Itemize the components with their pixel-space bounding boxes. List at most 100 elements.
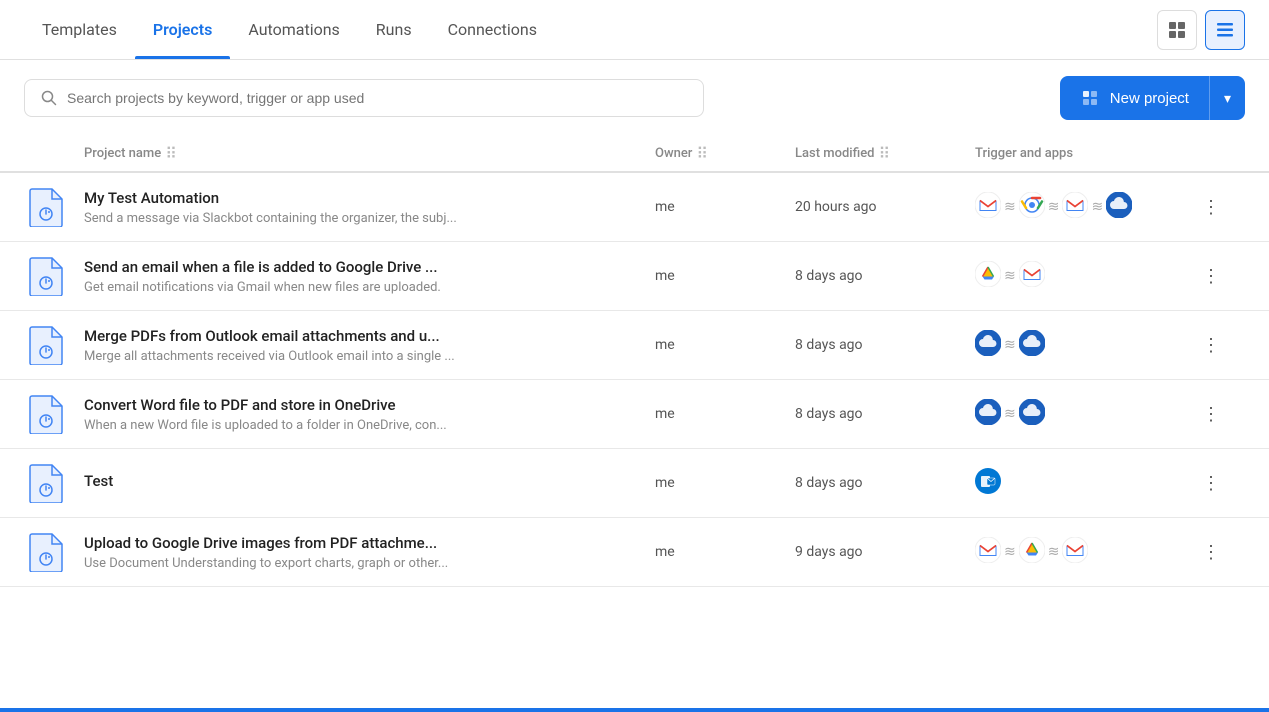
- table-header: Project name ⠿ Owner ⠿ Last modified ⠿ T…: [0, 136, 1269, 173]
- col-project-name: Project name ⠿: [84, 144, 655, 163]
- project-desc: Use Document Understanding to export cha…: [84, 556, 524, 571]
- col-owner: Owner ⠿: [655, 144, 795, 163]
- col-drag-dots[interactable]: ⠿: [165, 144, 177, 163]
- new-project-group: New project ▾: [1060, 76, 1245, 120]
- app-connector: ≋: [1004, 199, 1016, 215]
- project-icon: [24, 392, 68, 436]
- app-connector: ≋: [1004, 337, 1016, 353]
- new-project-button[interactable]: New project: [1060, 76, 1209, 120]
- table-row[interactable]: Send an email when a file is added to Go…: [0, 242, 1269, 311]
- project-desc: When a new Word file is uploaded to a fo…: [84, 418, 524, 433]
- owner-cell: me: [655, 268, 795, 284]
- project-name: Convert Word file to PDF and store in On…: [84, 396, 639, 414]
- modified-cell: 8 days ago: [795, 475, 975, 491]
- file-icon: [28, 532, 64, 572]
- nav-bar: Templates Projects Automations Runs Conn…: [0, 0, 1269, 60]
- file-icon: [28, 187, 64, 227]
- modified-cell: 8 days ago: [795, 268, 975, 284]
- table-body: My Test Automation Send a message via Sl…: [0, 173, 1269, 587]
- tab-projects[interactable]: Projects: [135, 0, 231, 59]
- modified-cell: 8 days ago: [795, 406, 975, 422]
- app-icon-gmail: [975, 192, 1001, 222]
- app-connector: ≋: [1004, 406, 1016, 422]
- table-row[interactable]: Test me 8 days ago ⋮: [0, 449, 1269, 518]
- row-more-button[interactable]: ⋮: [1195, 467, 1227, 499]
- project-desc: Get email notifications via Gmail when n…: [84, 280, 524, 295]
- table-row[interactable]: Merge PDFs from Outlook email attachment…: [0, 311, 1269, 380]
- app-icon-gmail: [1019, 261, 1045, 291]
- grid-icon: [1168, 21, 1186, 39]
- app-connector: ≋: [1004, 268, 1016, 284]
- plus-icon: [1080, 88, 1100, 108]
- list-view-button[interactable]: [1205, 10, 1245, 50]
- grid-view-button[interactable]: [1157, 10, 1197, 50]
- table-row[interactable]: My Test Automation Send a message via Sl…: [0, 173, 1269, 242]
- app-icon-chrome: [1019, 192, 1045, 222]
- project-info: My Test Automation Send a message via Sl…: [84, 189, 655, 226]
- file-icon: [28, 463, 64, 503]
- project-name: Upload to Google Drive images from PDF a…: [84, 534, 639, 552]
- modified-drag-dots[interactable]: ⠿: [879, 144, 891, 163]
- apps-cell: ≋: [975, 261, 1195, 291]
- app-icon-outlook: [975, 468, 1001, 498]
- project-icon: [24, 185, 68, 229]
- project-name: Merge PDFs from Outlook email attachment…: [84, 327, 639, 345]
- col-last-modified: Last modified ⠿: [795, 144, 975, 163]
- tab-automations[interactable]: Automations: [230, 0, 357, 59]
- table-row[interactable]: Upload to Google Drive images from PDF a…: [0, 518, 1269, 587]
- row-more-button[interactable]: ⋮: [1195, 329, 1227, 361]
- new-project-dropdown-button[interactable]: ▾: [1209, 76, 1245, 120]
- owner-cell: me: [655, 199, 795, 215]
- app-icon-gmail2: [1062, 537, 1088, 567]
- project-info: Convert Word file to PDF and store in On…: [84, 396, 655, 433]
- owner-drag-dots[interactable]: ⠿: [696, 144, 708, 163]
- row-more-button[interactable]: ⋮: [1195, 260, 1227, 292]
- project-icon: [24, 323, 68, 367]
- project-desc: Merge all attachments received via Outlo…: [84, 349, 524, 364]
- apps-cell: ≋: [975, 399, 1195, 429]
- apps-cell: ≋: [975, 330, 1195, 360]
- search-input[interactable]: [67, 90, 687, 106]
- app-icon-cloud1: [975, 330, 1001, 360]
- project-icon: [24, 254, 68, 298]
- app-icon-gdrive: [975, 261, 1001, 291]
- file-icon: [28, 256, 64, 296]
- modified-cell: 20 hours ago: [795, 199, 975, 215]
- app-icon-cloud: [1106, 192, 1132, 222]
- table-row[interactable]: Convert Word file to PDF and store in On…: [0, 380, 1269, 449]
- project-name: My Test Automation: [84, 189, 639, 207]
- project-info: Merge PDFs from Outlook email attachment…: [84, 327, 655, 364]
- list-icon: [1216, 21, 1234, 39]
- row-more-button[interactable]: ⋮: [1195, 398, 1227, 430]
- app-icon-gmail2: [1062, 192, 1088, 222]
- row-more-button[interactable]: ⋮: [1195, 536, 1227, 568]
- view-controls: [1157, 10, 1245, 50]
- app-connector: ≋: [1004, 544, 1016, 560]
- apps-cell: [975, 468, 1195, 498]
- modified-cell: 8 days ago: [795, 337, 975, 353]
- col-trigger-apps: Trigger and apps: [975, 146, 1195, 161]
- search-box: [24, 79, 704, 117]
- app-connector: ≋: [1048, 544, 1060, 560]
- apps-cell: ≋ ≋: [975, 537, 1195, 567]
- app-icon-cloud2: [1019, 399, 1045, 429]
- tab-templates[interactable]: Templates: [24, 0, 135, 59]
- project-info: Test: [84, 472, 655, 494]
- project-info: Send an email when a file is added to Go…: [84, 258, 655, 295]
- tab-runs[interactable]: Runs: [358, 0, 430, 59]
- owner-cell: me: [655, 406, 795, 422]
- row-more-button[interactable]: ⋮: [1195, 191, 1227, 223]
- apps-cell: ≋ ≋ ≋: [975, 192, 1195, 222]
- project-info: Upload to Google Drive images from PDF a…: [84, 534, 655, 571]
- modified-cell: 9 days ago: [795, 544, 975, 560]
- app-icon-gmail: [975, 537, 1001, 567]
- bottom-bar: [0, 708, 1269, 712]
- file-icon: [28, 325, 64, 365]
- project-icon: [24, 461, 68, 505]
- app-connector: ≋: [1091, 199, 1103, 215]
- file-icon: [28, 394, 64, 434]
- project-name: Test: [84, 472, 639, 490]
- app-icon-cloud2: [1019, 330, 1045, 360]
- project-desc: Send a message via Slackbot containing t…: [84, 211, 524, 226]
- tab-connections[interactable]: Connections: [430, 0, 555, 59]
